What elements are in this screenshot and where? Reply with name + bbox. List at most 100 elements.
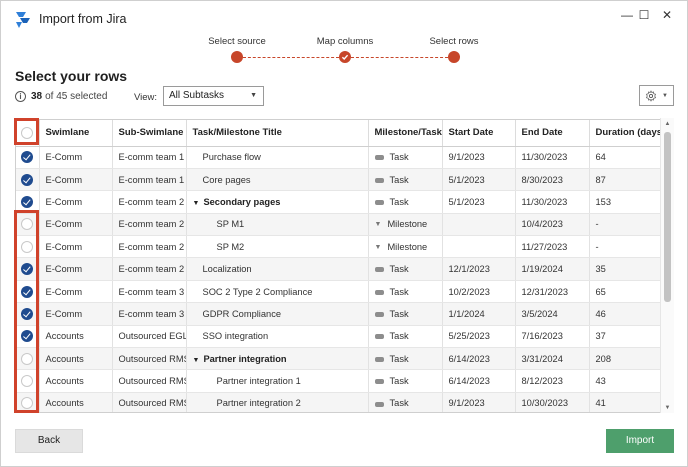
table-row[interactable]: E-Comm E-comm team 3 GDPR Compliance Task 1/… <box>16 302 663 326</box>
table-row[interactable]: E-Comm E-comm team 2 SP M2 ▼ Milestone 11/27/… <box>16 235 663 259</box>
cell-swimlane-text: E-Comm <box>45 241 83 252</box>
row-select-cell[interactable] <box>16 190 40 214</box>
row-select-cell[interactable] <box>16 392 40 412</box>
cell-swimlane: E-Comm <box>39 190 113 214</box>
table-row[interactable]: Accounts Outsourced RMS ▼ Partner integrati… <box>16 347 663 371</box>
chevron-down-icon: ▼ <box>250 92 257 99</box>
cell-swimlane: E-Comm <box>39 257 113 281</box>
settings-button[interactable]: ▼ <box>639 85 674 106</box>
cell-sub-swimlane: E-comm team 1 <box>112 168 187 192</box>
row-select-cell[interactable] <box>16 280 40 304</box>
back-button[interactable]: Back <box>15 429 83 453</box>
cell-type: ▼ Milestone <box>368 213 443 237</box>
column-header-swimlane[interactable]: Swimlane <box>39 120 113 147</box>
expand-caret-icon[interactable]: ▼ <box>193 357 200 364</box>
row-select-cell[interactable] <box>16 235 40 259</box>
row-checkbox[interactable] <box>21 375 34 388</box>
cell-type-text: Task <box>389 308 409 319</box>
table-row[interactable]: E-Comm E-comm team 3 SOC 2 Type 2 Complian… <box>16 280 663 304</box>
row-select-cell[interactable] <box>16 257 40 281</box>
cell-start-date-text: 9/1/2023 <box>448 152 485 163</box>
select-all-header[interactable] <box>16 120 40 147</box>
expand-caret-icon[interactable]: ▼ <box>193 200 200 207</box>
row-checkbox[interactable] <box>21 173 34 186</box>
cell-end-date: 10/30/2023 <box>515 392 590 412</box>
maximize-button[interactable]: ☐ <box>634 7 654 23</box>
cell-duration-text: 43 <box>595 376 606 387</box>
row-checkbox[interactable] <box>21 195 34 208</box>
row-checkbox[interactable] <box>21 240 34 253</box>
cell-type-text: Task <box>389 353 409 364</box>
step-dot-select-source[interactable] <box>231 51 243 63</box>
cell-type: Task <box>368 325 443 349</box>
step-connector <box>351 56 448 58</box>
column-header-type[interactable]: Milestone/Task <box>368 120 443 147</box>
cell-sub-swimlane-text: Outsourced RMS <box>118 353 186 364</box>
cell-title: ▼ Secondary pages <box>186 190 369 214</box>
cell-duration-text: 64 <box>595 152 606 163</box>
row-select-cell[interactable] <box>16 213 40 237</box>
cell-title: Core pages <box>186 168 369 192</box>
task-icon <box>374 401 384 407</box>
column-header-sub-swimlane[interactable]: Sub-Swimlane <box>112 120 187 147</box>
row-checkbox[interactable] <box>21 218 34 231</box>
column-header-title[interactable]: Task/Milestone Title <box>186 120 369 147</box>
row-checkbox[interactable] <box>21 307 34 320</box>
table-row[interactable]: E-Comm E-comm team 2 ▼ Secondary pages Task 5… <box>16 190 663 214</box>
cell-sub-swimlane-text: E-comm team 3 <box>118 308 185 319</box>
column-header-end-date[interactable]: End Date <box>515 120 590 147</box>
task-icon <box>374 311 384 317</box>
column-header-duration[interactable]: Duration (days) <box>589 120 663 147</box>
import-button[interactable]: Import <box>606 429 674 453</box>
row-checkbox[interactable] <box>21 352 34 365</box>
row-checkbox[interactable] <box>21 263 34 276</box>
row-select-cell[interactable] <box>16 146 40 169</box>
scroll-down-icon[interactable]: ▼ <box>661 405 674 411</box>
wizard-stepper: Select source Map columns Select rows <box>1 31 687 66</box>
row-select-cell[interactable] <box>16 168 40 192</box>
selected-count: 38 <box>31 91 43 102</box>
cell-sub-swimlane-text: E-comm team 1 <box>118 152 185 163</box>
step-connector <box>243 56 339 58</box>
cell-duration-text: 41 <box>595 398 606 409</box>
cell-type-text: Task <box>389 152 409 163</box>
table-row[interactable]: Accounts Outsourced EGL SSO integration Tas… <box>16 325 663 349</box>
select-all-checkbox[interactable] <box>21 126 34 139</box>
close-button[interactable]: ✕ <box>657 7 677 23</box>
row-checkbox[interactable] <box>21 151 34 164</box>
cell-end-date-text: 10/4/2023 <box>521 219 563 230</box>
row-checkbox[interactable] <box>21 397 34 410</box>
cell-end-date: 3/5/2024 <box>515 302 590 326</box>
table-row[interactable]: E-Comm E-comm team 1 Core pages Task 5/1/202… <box>16 168 663 192</box>
row-select-cell[interactable] <box>16 369 40 393</box>
row-select-cell[interactable] <box>16 347 40 371</box>
row-checkbox[interactable] <box>21 285 34 298</box>
step-dot-map-columns[interactable] <box>339 51 351 63</box>
cell-start-date-text: 10/2/2023 <box>448 286 490 297</box>
scroll-thumb[interactable] <box>664 132 671 302</box>
task-icon <box>374 334 384 340</box>
cell-end-date: 3/31/2024 <box>515 347 590 371</box>
cell-end-date-text: 11/30/2023 <box>521 152 568 163</box>
column-header-start-date[interactable]: Start Date <box>442 120 516 147</box>
table-row[interactable]: Accounts Outsourced RMS Partner integratio… <box>16 369 663 393</box>
row-select-cell[interactable] <box>16 325 40 349</box>
cell-type-text: Task <box>389 331 409 342</box>
cell-sub-swimlane-text: E-comm team 2 <box>118 219 185 230</box>
view-dropdown[interactable]: All Subtasks ▼ <box>163 86 264 106</box>
scroll-up-icon[interactable]: ▲ <box>661 121 674 127</box>
cell-title-text: Core pages <box>202 174 251 185</box>
table-row[interactable]: E-Comm E-comm team 2 SP M1 ▼ Milestone 10/4/2… <box>16 213 663 237</box>
cell-end-date-text: 8/30/2023 <box>521 174 563 185</box>
cell-duration: 37 <box>589 325 663 349</box>
row-checkbox[interactable] <box>21 330 34 343</box>
table-row[interactable]: E-Comm E-comm team 1 Purchase flow Task 9/1/… <box>16 146 663 169</box>
row-select-cell[interactable] <box>16 302 40 326</box>
table-row[interactable]: E-Comm E-comm team 2 Localization Task 12/1/… <box>16 257 663 281</box>
table-row[interactable]: Accounts Outsourced RMS Partner integratio… <box>16 392 663 412</box>
cell-end-date-text: 12/31/2023 <box>521 286 569 297</box>
vertical-scrollbar[interactable]: ▲ ▼ <box>660 118 674 413</box>
milestone-icon: ▼ <box>374 243 382 251</box>
step-dot-select-rows[interactable] <box>448 51 460 63</box>
task-icon <box>374 177 384 183</box>
